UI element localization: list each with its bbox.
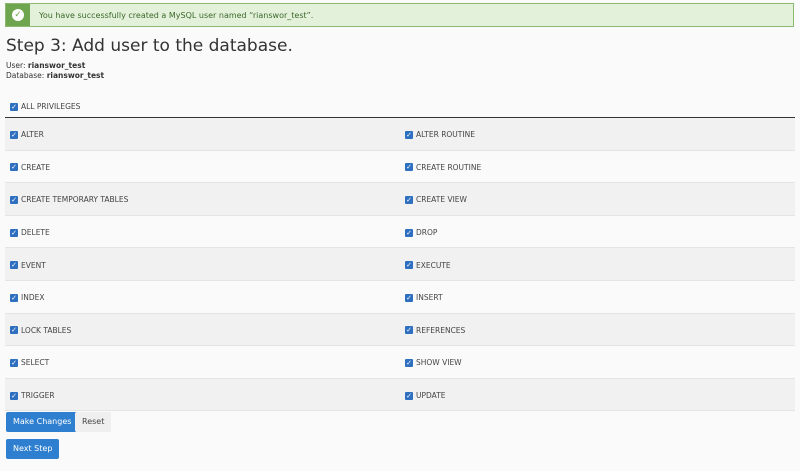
privilege-label: SELECT xyxy=(21,358,50,368)
privilege-checkbox[interactable]: ✓ EVENT xyxy=(5,255,400,274)
page-title: Step 3: Add user to the database. xyxy=(6,36,293,56)
privilege-label: INSERT xyxy=(416,293,443,303)
checkbox-checked-icon[interactable]: ✓ xyxy=(405,130,413,139)
privilege-label: CREATE TEMPORARY TABLES xyxy=(21,195,129,205)
privilege-label: DELETE xyxy=(21,228,50,238)
privilege-label: EVENT xyxy=(21,260,46,270)
check-circle-icon: ✓ xyxy=(6,4,30,26)
privilege-checkbox[interactable]: ✓ INDEX xyxy=(5,287,400,306)
privilege-checkbox[interactable]: ✓ CREATE ROUTINE xyxy=(400,157,795,176)
privilege-row: ✓ CREATE ✓ CREATE ROUTINE xyxy=(5,151,795,184)
privilege-checkbox[interactable]: ✓ TRIGGER xyxy=(5,385,400,404)
checkbox-checked-icon[interactable]: ✓ xyxy=(405,163,413,172)
privilege-checkbox[interactable]: ✓ DELETE xyxy=(5,222,400,241)
privilege-label: SHOW VIEW xyxy=(416,358,462,368)
privilege-label: INDEX xyxy=(21,293,45,303)
privilege-row: ✓ TRIGGER ✓ UPDATE xyxy=(5,378,795,412)
checkbox-checked-icon[interactable]: ✓ xyxy=(10,130,18,139)
privilege-checkbox[interactable]: ✓ CREATE VIEW xyxy=(400,189,795,208)
privilege-label: EXECUTE xyxy=(416,260,451,270)
checkbox-checked-icon[interactable]: ✓ xyxy=(10,228,18,237)
checkbox-checked-icon[interactable]: ✓ xyxy=(405,358,413,367)
privilege-row: ✓ LOCK TABLES ✓ REFERENCES xyxy=(5,313,795,347)
privilege-row: ✓ ALTER ✓ ALTER ROUTINE xyxy=(5,118,795,151)
checkbox-checked-icon[interactable]: ✓ xyxy=(405,261,413,270)
next-step-button[interactable]: Next Step xyxy=(6,439,60,459)
success-alert: ✓ You have successfully created a MySQL … xyxy=(5,3,794,27)
alert-message: You have successfully created a MySQL us… xyxy=(39,10,314,20)
database-label: Database: xyxy=(6,71,45,80)
privilege-label: ALTER ROUTINE xyxy=(416,130,475,140)
privilege-checkbox[interactable]: ✓ ALTER xyxy=(5,124,400,143)
checkbox-checked-icon[interactable]: ✓ xyxy=(10,293,18,302)
checkbox-checked-icon[interactable]: ✓ xyxy=(10,102,18,111)
privilege-label: ALTER xyxy=(21,130,44,140)
checkbox-checked-icon[interactable]: ✓ xyxy=(405,195,413,204)
privilege-checkbox[interactable]: ✓ INSERT xyxy=(400,287,795,306)
user-db-info: User: rianswor_test Database: rianswor_t… xyxy=(6,61,104,81)
privilege-row: ✓ EVENT ✓ EXECUTE xyxy=(5,248,795,281)
privileges-table: ✓ ALTER ✓ ALTER ROUTINE ✓ CREATE ✓ CREATE ROUTI… xyxy=(5,117,795,412)
privilege-label: LOCK TABLES xyxy=(21,325,72,335)
privilege-label: CREATE xyxy=(21,162,51,172)
privilege-checkbox[interactable]: ✓ EXECUTE xyxy=(400,255,795,274)
checkbox-checked-icon[interactable]: ✓ xyxy=(10,163,18,172)
checkbox-checked-icon[interactable]: ✓ xyxy=(10,195,18,204)
privilege-row: ✓ INDEX ✓ INSERT xyxy=(5,281,795,314)
checkbox-checked-icon[interactable]: ✓ xyxy=(405,228,413,237)
checkbox-checked-icon[interactable]: ✓ xyxy=(10,358,18,367)
database-value: rianswor_test xyxy=(46,71,105,80)
checkbox-checked-icon[interactable]: ✓ xyxy=(405,293,413,302)
reset-button[interactable]: Reset xyxy=(75,412,112,432)
privilege-label: REFERENCES xyxy=(416,325,466,335)
privilege-checkbox[interactable]: ✓ SHOW VIEW xyxy=(400,352,795,371)
privilege-label: CREATE VIEW xyxy=(416,195,467,205)
privilege-checkbox[interactable]: ✓ ALTER ROUTINE xyxy=(400,124,795,143)
all-privileges-label: ALL PRIVILEGES xyxy=(21,102,81,111)
make-changes-button[interactable]: Make Changes xyxy=(6,412,79,432)
privilege-checkbox[interactable]: ✓ LOCK TABLES xyxy=(5,320,400,339)
privilege-label: CREATE ROUTINE xyxy=(416,162,482,172)
privilege-label: TRIGGER xyxy=(21,391,55,401)
privilege-row: ✓ CREATE TEMPORARY TABLES ✓ CREATE VIEW xyxy=(5,183,795,216)
privilege-checkbox[interactable]: ✓ UPDATE xyxy=(400,385,795,404)
privilege-row: ✓ DELETE ✓ DROP xyxy=(5,216,795,249)
privilege-label: UPDATE xyxy=(416,391,446,401)
privilege-checkbox[interactable]: ✓ REFERENCES xyxy=(400,320,795,339)
privilege-checkbox[interactable]: ✓ CREATE TEMPORARY TABLES xyxy=(5,189,400,208)
user-label: User: xyxy=(6,61,26,70)
checkbox-checked-icon[interactable]: ✓ xyxy=(10,326,18,335)
checkbox-checked-icon[interactable]: ✓ xyxy=(405,391,413,400)
user-value: rianswor_test xyxy=(27,61,86,70)
checkbox-checked-icon[interactable]: ✓ xyxy=(10,261,18,270)
all-privileges-checkbox[interactable]: ✓ ALL PRIVILEGES xyxy=(10,96,80,115)
privilege-label: DROP xyxy=(416,228,438,238)
privilege-row: ✓ SELECT ✓ SHOW VIEW xyxy=(5,346,795,379)
checkbox-checked-icon[interactable]: ✓ xyxy=(405,326,413,335)
checkbox-checked-icon[interactable]: ✓ xyxy=(10,391,18,400)
privilege-checkbox[interactable]: ✓ DROP xyxy=(400,222,795,241)
privilege-checkbox[interactable]: ✓ CREATE xyxy=(5,157,400,176)
privilege-checkbox[interactable]: ✓ SELECT xyxy=(5,352,400,371)
